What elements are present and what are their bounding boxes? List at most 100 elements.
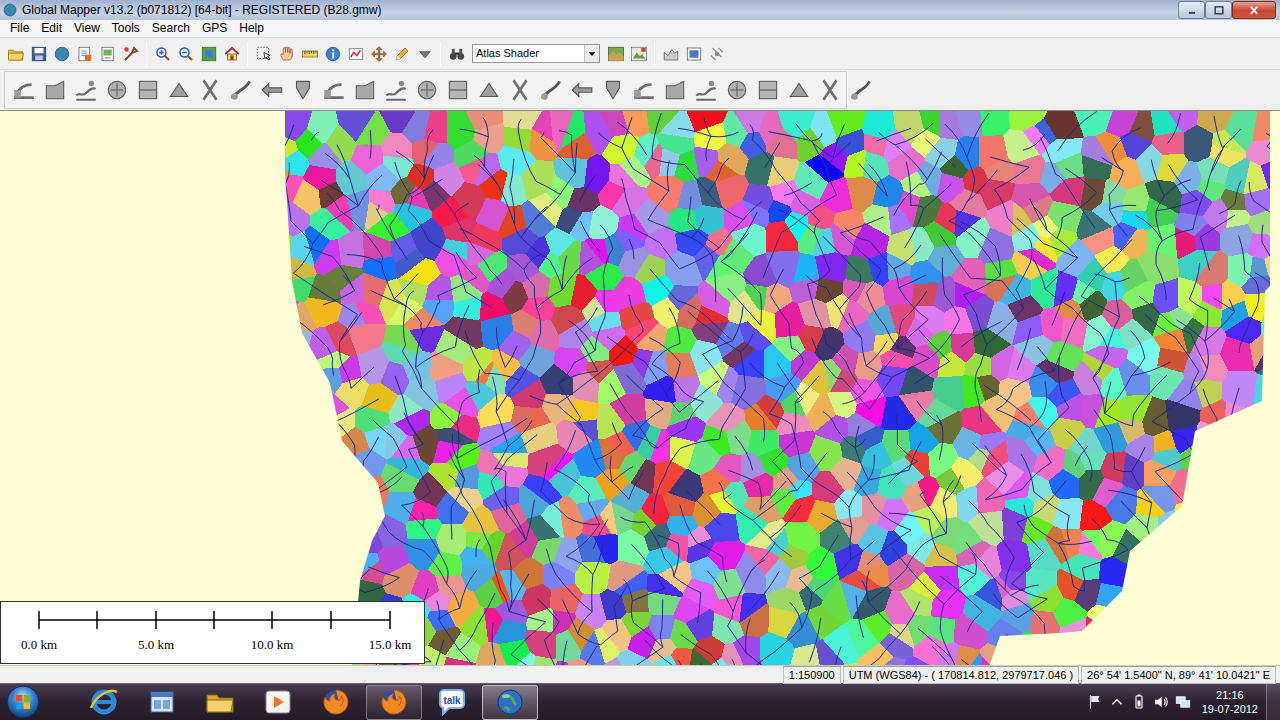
prof-icon[interactable] xyxy=(659,42,682,65)
pencil-icon[interactable] xyxy=(390,42,413,65)
globe-icon[interactable] xyxy=(50,42,73,65)
digitizer-tool-icon[interactable] xyxy=(721,74,752,106)
digitizer-tool-icon[interactable] xyxy=(225,74,256,106)
menu-item[interactable]: Tools xyxy=(106,20,146,37)
media-app-icon[interactable] xyxy=(250,685,306,720)
save-icon[interactable] xyxy=(27,42,50,65)
map-view[interactable]: 0.0 km5.0 km10.0 km15.0 km xyxy=(0,110,1280,665)
pic-icon[interactable] xyxy=(682,42,705,65)
close-icon[interactable] xyxy=(1232,1,1276,19)
digitizer-tool-icon[interactable] xyxy=(101,74,132,106)
zfull-icon[interactable] xyxy=(197,42,220,65)
zin-icon[interactable] xyxy=(151,42,174,65)
toolbar-separator xyxy=(146,42,147,66)
watershed-map[interactable] xyxy=(0,111,1280,665)
toolbar-separator xyxy=(247,42,248,66)
bino-icon[interactable] xyxy=(445,42,468,65)
digitizer-tool-icon[interactable] xyxy=(163,74,194,106)
home-icon[interactable] xyxy=(220,42,243,65)
digitizer-tool-icon[interactable] xyxy=(814,74,845,106)
show-desktop-button[interactable] xyxy=(1266,684,1280,720)
shader-dropdown[interactable]: Atlas Shader xyxy=(472,44,600,63)
digitizer-tool-icon[interactable] xyxy=(442,74,473,106)
window-controls xyxy=(1178,1,1276,19)
status-bar: 1:150900UTM (WGS84) - ( 170814.812, 2979… xyxy=(0,665,1280,683)
digitizer-tool-icon[interactable] xyxy=(411,74,442,106)
digitizer-tool-icon[interactable] xyxy=(659,74,690,106)
tool-icon[interactable] xyxy=(119,42,142,65)
d3-icon[interactable] xyxy=(627,42,650,65)
draw-icon[interactable] xyxy=(344,42,367,65)
move-icon[interactable] xyxy=(367,42,390,65)
ruler-icon[interactable] xyxy=(298,42,321,65)
doc2-icon[interactable] xyxy=(96,42,119,65)
digitizer-toolbar-strip xyxy=(0,70,1280,110)
main-toolbar: Atlas Shader xyxy=(0,38,1280,70)
taskbar: talk 21:1619-07-2012 xyxy=(0,683,1280,720)
power-icon[interactable] xyxy=(1128,691,1150,713)
clock-date: 19-07-2012 xyxy=(1202,702,1258,716)
system-tray: 21:1619-07-2012 xyxy=(1084,684,1280,720)
shader-icon[interactable] xyxy=(604,42,627,65)
digitizer-tool-icon[interactable] xyxy=(473,74,504,106)
digitizer-tool-icon[interactable] xyxy=(566,74,597,106)
digitizer-tool-icon[interactable] xyxy=(132,74,163,106)
digitizer-tool-icon[interactable] xyxy=(39,74,70,106)
menu-item[interactable]: GPS xyxy=(196,20,233,37)
firefox-app-icon[interactable] xyxy=(366,685,422,720)
window-app-icon[interactable] xyxy=(134,685,190,720)
talk-label: talk xyxy=(443,696,460,706)
menu-item[interactable]: View xyxy=(68,20,106,37)
maximize-icon[interactable] xyxy=(1205,1,1232,19)
digitizer-tool-icon[interactable] xyxy=(628,74,659,106)
hand-icon[interactable] xyxy=(275,42,298,65)
menu-item[interactable]: Edit xyxy=(35,20,68,37)
digitizer-tool-icon[interactable] xyxy=(752,74,783,106)
globe-app-icon[interactable] xyxy=(482,685,538,720)
zout-icon[interactable] xyxy=(174,42,197,65)
digitizer-tool-icon[interactable] xyxy=(70,74,101,106)
scale-label: 0.0 km xyxy=(21,635,57,655)
pin-icon[interactable] xyxy=(705,42,728,65)
digitizer-tool-icon[interactable] xyxy=(783,74,814,106)
folder-app-icon[interactable] xyxy=(192,685,248,720)
sel-icon[interactable] xyxy=(252,42,275,65)
minimize-icon[interactable] xyxy=(1178,1,1205,19)
digitizer-tool-icon[interactable] xyxy=(318,74,349,106)
network-icon[interactable] xyxy=(1172,691,1194,713)
menu-item[interactable]: File xyxy=(4,20,35,37)
digitizer-tool-icon[interactable] xyxy=(256,74,287,106)
digitizer-tool-icon[interactable] xyxy=(597,74,628,106)
digitizer-tool-icon[interactable] xyxy=(349,74,380,106)
open-icon[interactable] xyxy=(4,42,27,65)
toolbar-separator xyxy=(654,42,655,66)
title-bar: Global Mapper v13.2 (b071812) [64-bit] -… xyxy=(0,0,1280,20)
dropdown-arrow-icon xyxy=(584,45,599,62)
down-icon[interactable] xyxy=(413,42,436,65)
start-button-icon[interactable] xyxy=(2,684,44,720)
projection-coordinates: UTM (WGS84) - ( 170814.812, 2979717.046 … xyxy=(843,666,1079,684)
digitizer-tool-icon[interactable] xyxy=(845,74,876,106)
scale-bar: 0.0 km5.0 km10.0 km15.0 km xyxy=(0,601,425,664)
flag-icon[interactable] xyxy=(1084,691,1106,713)
digitizer-tool-icon[interactable] xyxy=(8,74,39,106)
scale-label: 10.0 km xyxy=(251,635,294,655)
menu-item[interactable]: Help xyxy=(233,20,270,37)
ie-app-icon[interactable] xyxy=(76,685,132,720)
talk-app-icon[interactable]: talk xyxy=(424,685,480,720)
clock[interactable]: 21:1619-07-2012 xyxy=(1194,688,1266,716)
scale-label: 5.0 km xyxy=(138,635,174,655)
digitizer-tool-icon[interactable] xyxy=(287,74,318,106)
digitizer-tool-icon[interactable] xyxy=(535,74,566,106)
firefox-app-icon[interactable] xyxy=(308,685,364,720)
show-hidden-icons-icon[interactable] xyxy=(1106,691,1128,713)
doc-icon[interactable] xyxy=(73,42,96,65)
digitizer-tool-icon[interactable] xyxy=(504,74,535,106)
digitizer-tool-icon[interactable] xyxy=(380,74,411,106)
digitizer-tool-icon[interactable] xyxy=(690,74,721,106)
geographic-coordinates: 26° 54' 1.5400" N, 89° 41' 10.0421" E xyxy=(1081,666,1276,684)
volume-icon[interactable] xyxy=(1150,691,1172,713)
menu-item[interactable]: Search xyxy=(146,20,196,37)
info-icon[interactable] xyxy=(321,42,344,65)
digitizer-tool-icon[interactable] xyxy=(194,74,225,106)
